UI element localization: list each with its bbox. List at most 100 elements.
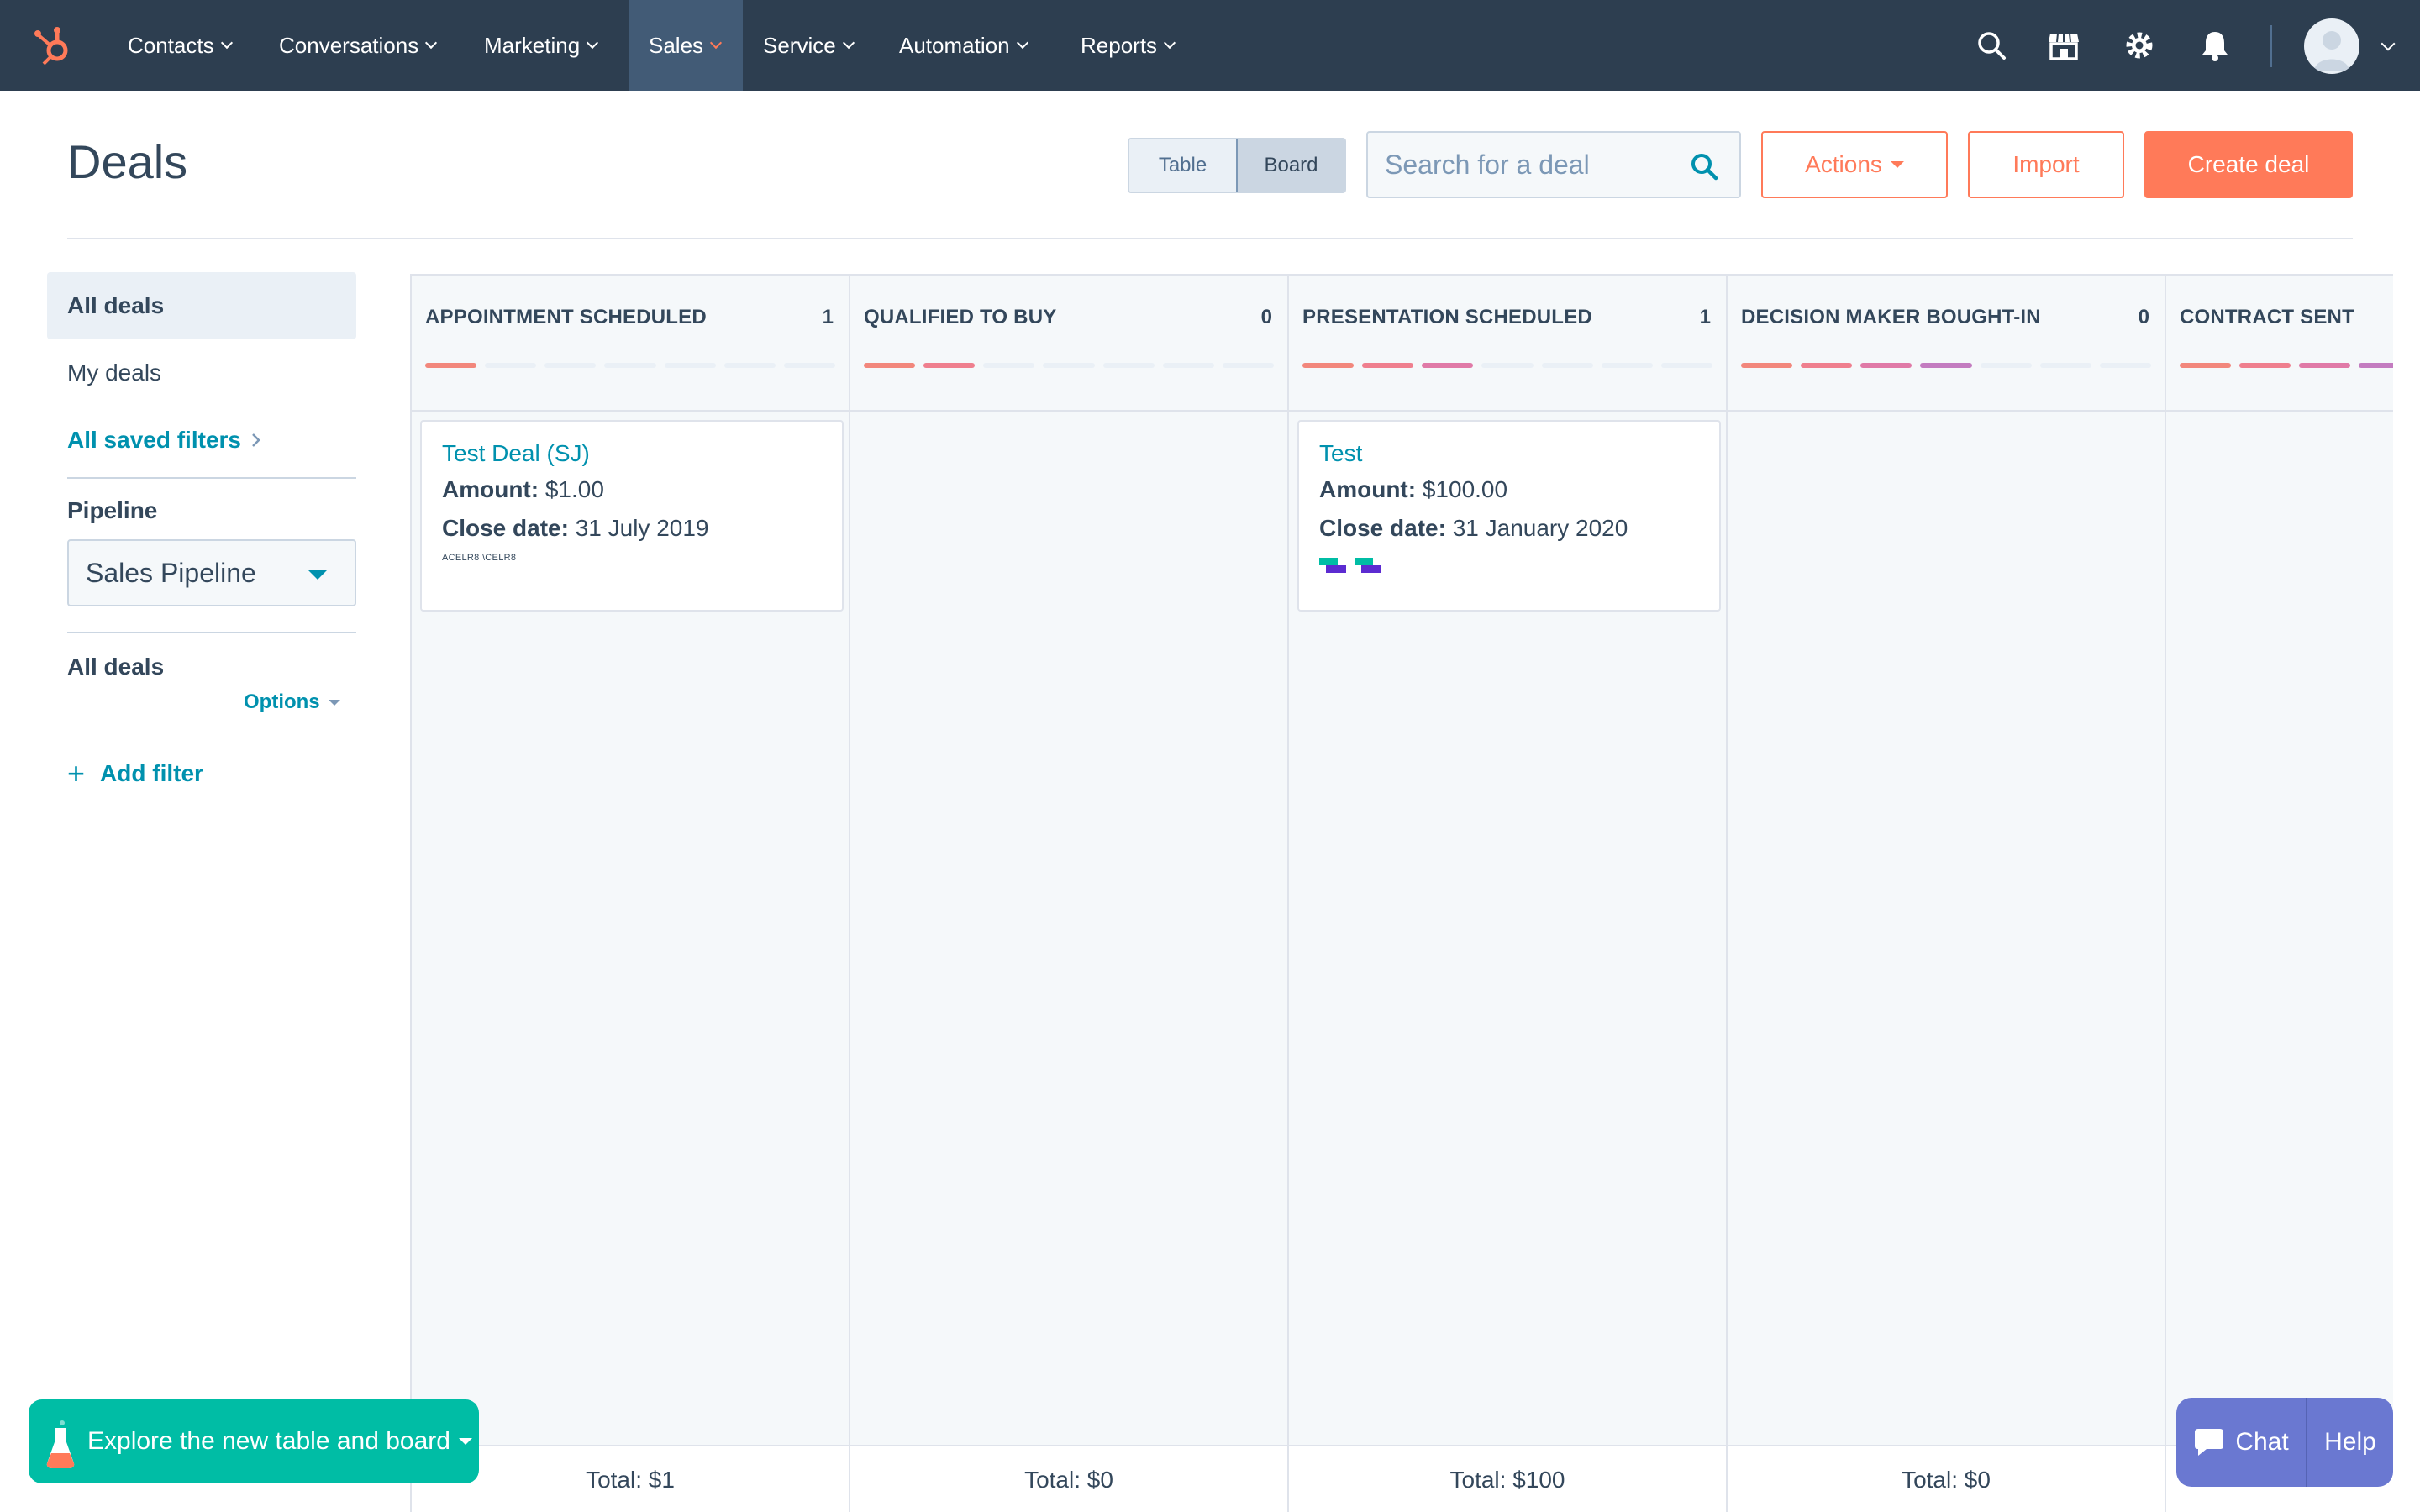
chat-button[interactable]: Chat: [2176, 1398, 2306, 1487]
progress-segment: [2039, 363, 2091, 368]
chevron-down-icon: [709, 36, 723, 50]
stage-progress: [2180, 363, 2393, 368]
owner-avatar-icon[interactable]: [1355, 556, 1385, 575]
stage-progress: [425, 363, 835, 368]
pipeline-select[interactable]: Sales Pipeline: [67, 539, 356, 606]
caret-down-icon: [328, 699, 340, 706]
progress-segment: [1801, 363, 1853, 368]
board-column: QUALIFIED TO BUY 0 Total: $0: [850, 276, 1289, 1512]
sidebar-item-label: My deals: [67, 360, 162, 386]
column-count: 0: [2138, 306, 2149, 328]
nav-label: Reports: [1081, 32, 1158, 58]
nav-label: Service: [763, 32, 836, 58]
board-column: APPOINTMENT SCHEDULED 1 Test Deal (SJ) A…: [412, 276, 850, 1512]
sidebar-divider: [67, 477, 356, 479]
column-title: DECISION MAKER BOUGHT-IN: [1741, 306, 2041, 328]
close-date-label: Close date:: [1319, 515, 1446, 541]
options-dropdown[interactable]: Options: [244, 690, 340, 714]
chat-bubble-icon: [2195, 1429, 2224, 1456]
deal-card[interactable]: Test Amount: $100.00 Close date: 31 Janu…: [1297, 420, 1721, 612]
caret-down-icon: [308, 570, 328, 580]
hubspot-logo-icon[interactable]: [29, 20, 79, 71]
column-title: QUALIFIED TO BUY: [864, 306, 1057, 328]
progress-segment: [783, 363, 835, 368]
pipeline-value: Sales Pipeline: [86, 557, 256, 588]
sidebar-item-my-deals[interactable]: My deals: [47, 339, 356, 407]
top-navigation: Contacts Conversations Marketing Sales S…: [0, 0, 2420, 91]
marketplace-icon[interactable]: [2044, 25, 2084, 66]
settings-icon[interactable]: [2119, 25, 2160, 66]
progress-segment: [2180, 363, 2232, 368]
actions-label: Actions: [1805, 151, 1882, 177]
table-view-button[interactable]: Table: [1129, 139, 1236, 192]
deal-name-link[interactable]: Test: [1319, 437, 1699, 470]
chevron-down-icon[interactable]: [2381, 36, 2396, 51]
column-header: PRESENTATION SCHEDULED 1: [1289, 276, 1726, 412]
search-icon[interactable]: [1689, 151, 1719, 181]
deal-card[interactable]: Test Deal (SJ) Amount: $1.00 Close date:…: [420, 420, 844, 612]
nav-sales[interactable]: Sales: [629, 0, 743, 91]
chat-label: Chat: [2235, 1428, 2289, 1456]
amount-value: $100.00: [1422, 476, 1508, 502]
all-saved-filters-link[interactable]: All saved filters: [47, 407, 356, 474]
progress-segment: [1920, 363, 1972, 368]
sidebar-item-all-deals[interactable]: All deals: [47, 272, 356, 339]
column-count: 1: [1699, 306, 1711, 328]
column-count: 1: [822, 306, 834, 328]
nav-label: Sales: [649, 32, 704, 58]
stage-progress: [1302, 363, 1712, 368]
amount-value: $1.00: [544, 476, 604, 502]
sidebar-divider: [67, 632, 356, 633]
help-button[interactable]: Help: [2306, 1398, 2393, 1487]
column-header: QUALIFIED TO BUY 0: [850, 276, 1287, 412]
progress-segment: [1660, 363, 1712, 368]
column-header: DECISION MAKER BOUGHT-IN 0: [1728, 276, 2165, 412]
create-deal-button[interactable]: Create deal: [2144, 131, 2353, 198]
progress-segment: [2359, 363, 2393, 368]
actions-button[interactable]: Actions: [1761, 131, 1948, 198]
company-logo: ACELR8 \CELR8: [442, 553, 517, 563]
nav-divider: [2270, 25, 2272, 67]
filter-title: All deals: [67, 654, 165, 680]
associated-avatars: [1319, 556, 1699, 575]
explore-new-board-button[interactable]: Explore the new table and board: [29, 1399, 479, 1483]
nav-label: Conversations: [279, 32, 419, 58]
chevron-down-icon: [587, 36, 599, 50]
notifications-icon[interactable]: [2195, 25, 2235, 66]
avatar[interactable]: [2304, 18, 2360, 74]
explore-label: Explore the new table and board: [87, 1427, 450, 1455]
stage-progress: [864, 363, 1274, 368]
page-title: Deals: [67, 135, 188, 188]
progress-segment: [544, 363, 597, 368]
progress-segment: [485, 363, 537, 368]
nav-marketing[interactable]: Marketing: [464, 0, 615, 91]
progress-segment: [983, 363, 1035, 368]
progress-segment: [1162, 363, 1214, 368]
nav-reports[interactable]: Reports: [1060, 0, 1203, 91]
board-view-button[interactable]: Board: [1236, 139, 1344, 192]
nav-conversations[interactable]: Conversations: [259, 0, 452, 91]
deal-name-link[interactable]: Test Deal (SJ): [442, 437, 822, 470]
stage-progress: [1741, 363, 2151, 368]
progress-segment: [1741, 363, 1793, 368]
pipeline-label: Pipeline: [67, 497, 158, 523]
owner-avatar-icon[interactable]: [1319, 556, 1349, 575]
chevron-right-icon: [252, 433, 260, 447]
progress-segment: [1302, 363, 1355, 368]
chevron-down-icon: [1016, 36, 1028, 50]
close-date-value: 31 July 2019: [575, 515, 709, 541]
progress-segment: [1422, 363, 1474, 368]
board-column: CONTRACT SENT: [2166, 276, 2393, 1512]
search-input[interactable]: [1385, 146, 1687, 183]
nav-contacts[interactable]: Contacts: [108, 0, 242, 91]
chevron-down-icon: [425, 36, 438, 50]
board-column: PRESENTATION SCHEDULED 1 Test Amount: $1…: [1289, 276, 1728, 1512]
nav-automation[interactable]: Automation: [879, 0, 1055, 91]
import-button[interactable]: Import: [1968, 131, 2124, 198]
nav-service[interactable]: Service: [743, 0, 869, 91]
column-total: Total: $0: [1728, 1445, 2165, 1512]
add-filter-button[interactable]: + Add filter: [67, 756, 203, 791]
progress-segment: [2239, 363, 2291, 368]
sidebar-item-label: All deals: [67, 292, 165, 318]
search-icon[interactable]: [1971, 25, 2012, 66]
